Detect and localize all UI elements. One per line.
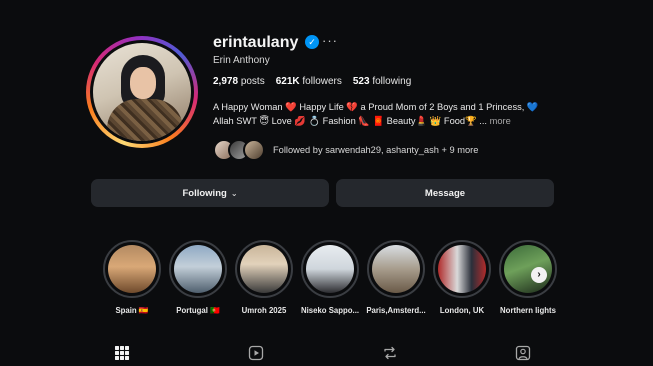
highlight-ring [499, 240, 557, 298]
highlight-label: Paris,Amsterd... [366, 306, 426, 315]
story-highlights: Spain 🇪🇸 Portugal 🇵🇹 Umroh 2025 Niseko S… [100, 240, 560, 320]
followed-by-text: Followed by sarwendah29, ashanty_ash + 9… [273, 145, 479, 155]
chevron-down-icon: ⌄ [230, 188, 238, 198]
bio-line-1: A Happy Woman ❤️ Happy Life 💔 a Proud Mo… [213, 102, 539, 112]
highlight-thumbnail [240, 245, 288, 293]
bio-line-2: Allah SWT 😇 Love 💋 💍 Fashion 👠 🧧 Beauty💄… [213, 114, 553, 128]
highlight-london[interactable]: London, UK [430, 240, 494, 315]
highlight-portugal[interactable]: Portugal 🇵🇹 [166, 240, 230, 315]
profile-stats: 2,978 posts 621K followers 523 following [213, 76, 411, 87]
profile-avatar-story-ring[interactable] [86, 36, 198, 148]
highlight-ring [433, 240, 491, 298]
followers-count-label: followers [302, 76, 342, 87]
grid-icon [115, 346, 129, 360]
tab-posts-grid[interactable] [114, 345, 130, 361]
posts-count-value: 2,978 [213, 76, 239, 87]
highlight-label: Spain 🇪🇸 [115, 306, 149, 315]
highlight-label: Niseko Sappo... [300, 306, 360, 315]
highlight-label: Umroh 2025 [241, 306, 287, 315]
profile-tabs [0, 340, 653, 366]
tagged-icon [515, 345, 531, 361]
highlight-label: Portugal 🇵🇹 [176, 306, 220, 315]
highlight-northern-lights[interactable]: Northern lights [496, 240, 560, 315]
avatar-face-shape [130, 67, 156, 99]
highlight-thumbnail [438, 245, 486, 293]
tab-tagged[interactable] [515, 345, 531, 361]
avatar-inner [90, 40, 194, 144]
message-button-label: Message [424, 187, 466, 199]
mutual-avatar-3 [243, 139, 265, 161]
highlight-label: Northern lights [500, 306, 556, 315]
posts-count-label: posts [240, 76, 265, 87]
highlights-next-arrow-icon[interactable]: › [531, 267, 547, 283]
highlight-label: London, UK [439, 306, 485, 315]
highlight-ring [169, 240, 227, 298]
profile-bio: A Happy Woman ❤️ Happy Life 💔 a Proud Mo… [213, 100, 553, 128]
highlight-niseko[interactable]: Niseko Sappo... [298, 240, 362, 315]
more-options-icon[interactable]: ··· [322, 33, 338, 48]
following-button[interactable]: Following ⌄ [91, 179, 329, 207]
following-count-stat[interactable]: 523 following [353, 76, 411, 87]
bio-more-link[interactable]: more [490, 116, 511, 126]
posts-count-stat: 2,978 posts [213, 76, 265, 87]
avatar [93, 43, 191, 141]
following-count-value: 523 [352, 76, 370, 87]
reels-icon [248, 345, 264, 361]
highlight-ring [103, 240, 161, 298]
highlight-thumbnail [372, 245, 420, 293]
profile-username: erintaulany [213, 34, 299, 51]
highlight-umroh[interactable]: Umroh 2025 [232, 240, 296, 315]
message-button[interactable]: Message [336, 179, 554, 207]
highlight-ring [235, 240, 293, 298]
highlight-thumbnail [108, 245, 156, 293]
followers-count-stat[interactable]: 621K followers [276, 76, 342, 87]
highlight-paris-amsterdam[interactable]: Paris,Amsterd... [364, 240, 428, 315]
following-count-label: following [372, 76, 412, 87]
followers-count-value: 621K [275, 76, 300, 87]
avatar-body-shape [107, 99, 183, 141]
highlight-spain[interactable]: Spain 🇪🇸 [100, 240, 164, 315]
profile-full-name: Erin Anthony [213, 55, 270, 66]
highlight-thumbnail [174, 245, 222, 293]
highlight-ring [301, 240, 359, 298]
highlight-ring [367, 240, 425, 298]
tab-reposts[interactable] [382, 345, 398, 361]
bio-line-2-text: Allah SWT 😇 Love 💋 💍 Fashion 👠 🧧 Beauty💄… [213, 116, 487, 126]
followed-by-row[interactable]: Followed by sarwendah29, ashanty_ash + 9… [213, 138, 478, 162]
highlight-thumbnail [306, 245, 354, 293]
repost-icon [384, 346, 396, 360]
tab-reels[interactable] [248, 345, 264, 361]
verified-badge-icon: ✓ [305, 35, 319, 49]
following-button-label: Following [182, 187, 227, 199]
